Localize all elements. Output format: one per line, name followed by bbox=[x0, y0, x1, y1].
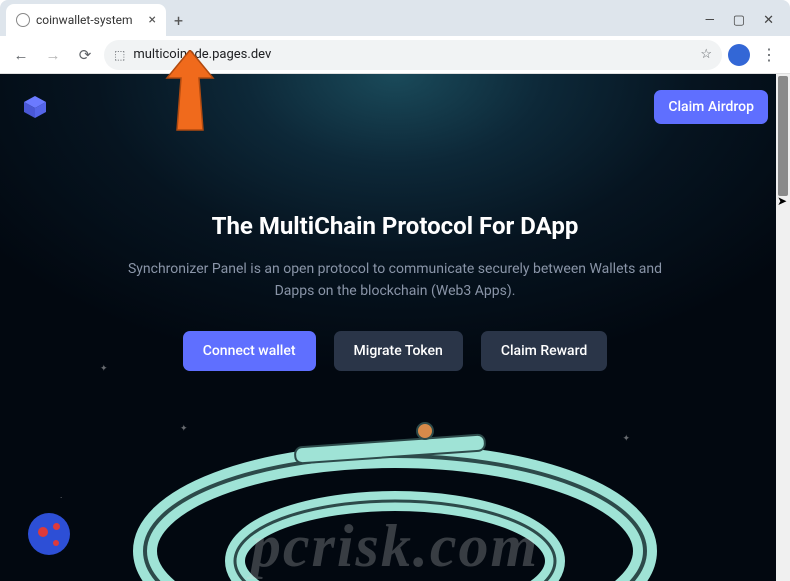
migrate-token-label: Migrate Token bbox=[354, 343, 443, 359]
star-decor-icon: · bbox=[60, 494, 62, 504]
url-text: multicoinode.pages.dev bbox=[133, 47, 271, 62]
claim-airdrop-button[interactable]: Claim Airdrop bbox=[654, 90, 768, 124]
star-decor-icon: ✦ bbox=[622, 434, 630, 444]
claim-airdrop-label: Claim Airdrop bbox=[668, 99, 754, 115]
mouse-cursor-icon: ➤ bbox=[777, 194, 787, 208]
tab-favicon bbox=[16, 13, 30, 27]
menu-kebab-icon[interactable]: ⋮ bbox=[756, 42, 782, 68]
close-tab-icon[interactable]: × bbox=[149, 12, 156, 28]
vertical-scrollbar[interactable] bbox=[776, 74, 790, 581]
hero-title: The MultiChain Protocol For DApp bbox=[40, 212, 750, 240]
bookmark-star-icon[interactable]: ☆ bbox=[700, 47, 712, 62]
site-info-icon[interactable]: ⬚ bbox=[114, 48, 125, 62]
address-bar[interactable]: ⬚ multicoinode.pages.dev ☆ bbox=[104, 40, 722, 70]
star-decor-icon: ✦ bbox=[100, 364, 108, 374]
maximize-icon[interactable]: ▢ bbox=[733, 13, 745, 28]
forward-button[interactable]: → bbox=[40, 42, 66, 68]
minimize-icon[interactable]: — bbox=[705, 13, 715, 28]
browser-window: coinwallet-system × + — ▢ ✕ ← → ⟳ ⬚ mult… bbox=[0, 0, 790, 74]
back-button[interactable]: ← bbox=[8, 42, 34, 68]
connect-wallet-button[interactable]: Connect wallet bbox=[183, 331, 316, 371]
cta-row: Connect wallet Migrate Token Claim Rewar… bbox=[40, 331, 750, 371]
claim-reward-button[interactable]: Claim Reward bbox=[481, 331, 607, 371]
titlebar: coinwallet-system × + — ▢ ✕ bbox=[0, 0, 790, 36]
close-window-icon[interactable]: ✕ bbox=[763, 13, 774, 28]
connect-wallet-label: Connect wallet bbox=[203, 343, 296, 359]
browser-tab[interactable]: coinwallet-system × bbox=[6, 4, 166, 36]
site-logo-cube-icon bbox=[22, 94, 48, 120]
new-tab-button[interactable]: + bbox=[174, 11, 183, 30]
scrollbar-thumb[interactable] bbox=[778, 76, 788, 196]
hero-illustration bbox=[115, 351, 675, 581]
migrate-token-button[interactable]: Migrate Token bbox=[334, 331, 463, 371]
star-decor-icon: ✦ bbox=[180, 424, 188, 434]
chat-bubble-badge[interactable] bbox=[28, 513, 70, 555]
address-row: ← → ⟳ ⬚ multicoinode.pages.dev ☆ ⋮ bbox=[0, 36, 790, 74]
tab-title: coinwallet-system bbox=[36, 13, 133, 27]
page-viewport: Claim Airdrop The MultiChain Protocol Fo… bbox=[0, 74, 790, 581]
claim-reward-label: Claim Reward bbox=[501, 343, 587, 359]
hero-section: The MultiChain Protocol For DApp Synchro… bbox=[0, 140, 790, 371]
profile-avatar[interactable] bbox=[728, 44, 750, 66]
window-controls: — ▢ ✕ bbox=[705, 13, 784, 28]
hero-subtitle: Synchronizer Panel is an open protocol t… bbox=[115, 258, 675, 303]
reload-button[interactable]: ⟳ bbox=[72, 42, 98, 68]
site-header: Claim Airdrop bbox=[0, 74, 790, 140]
